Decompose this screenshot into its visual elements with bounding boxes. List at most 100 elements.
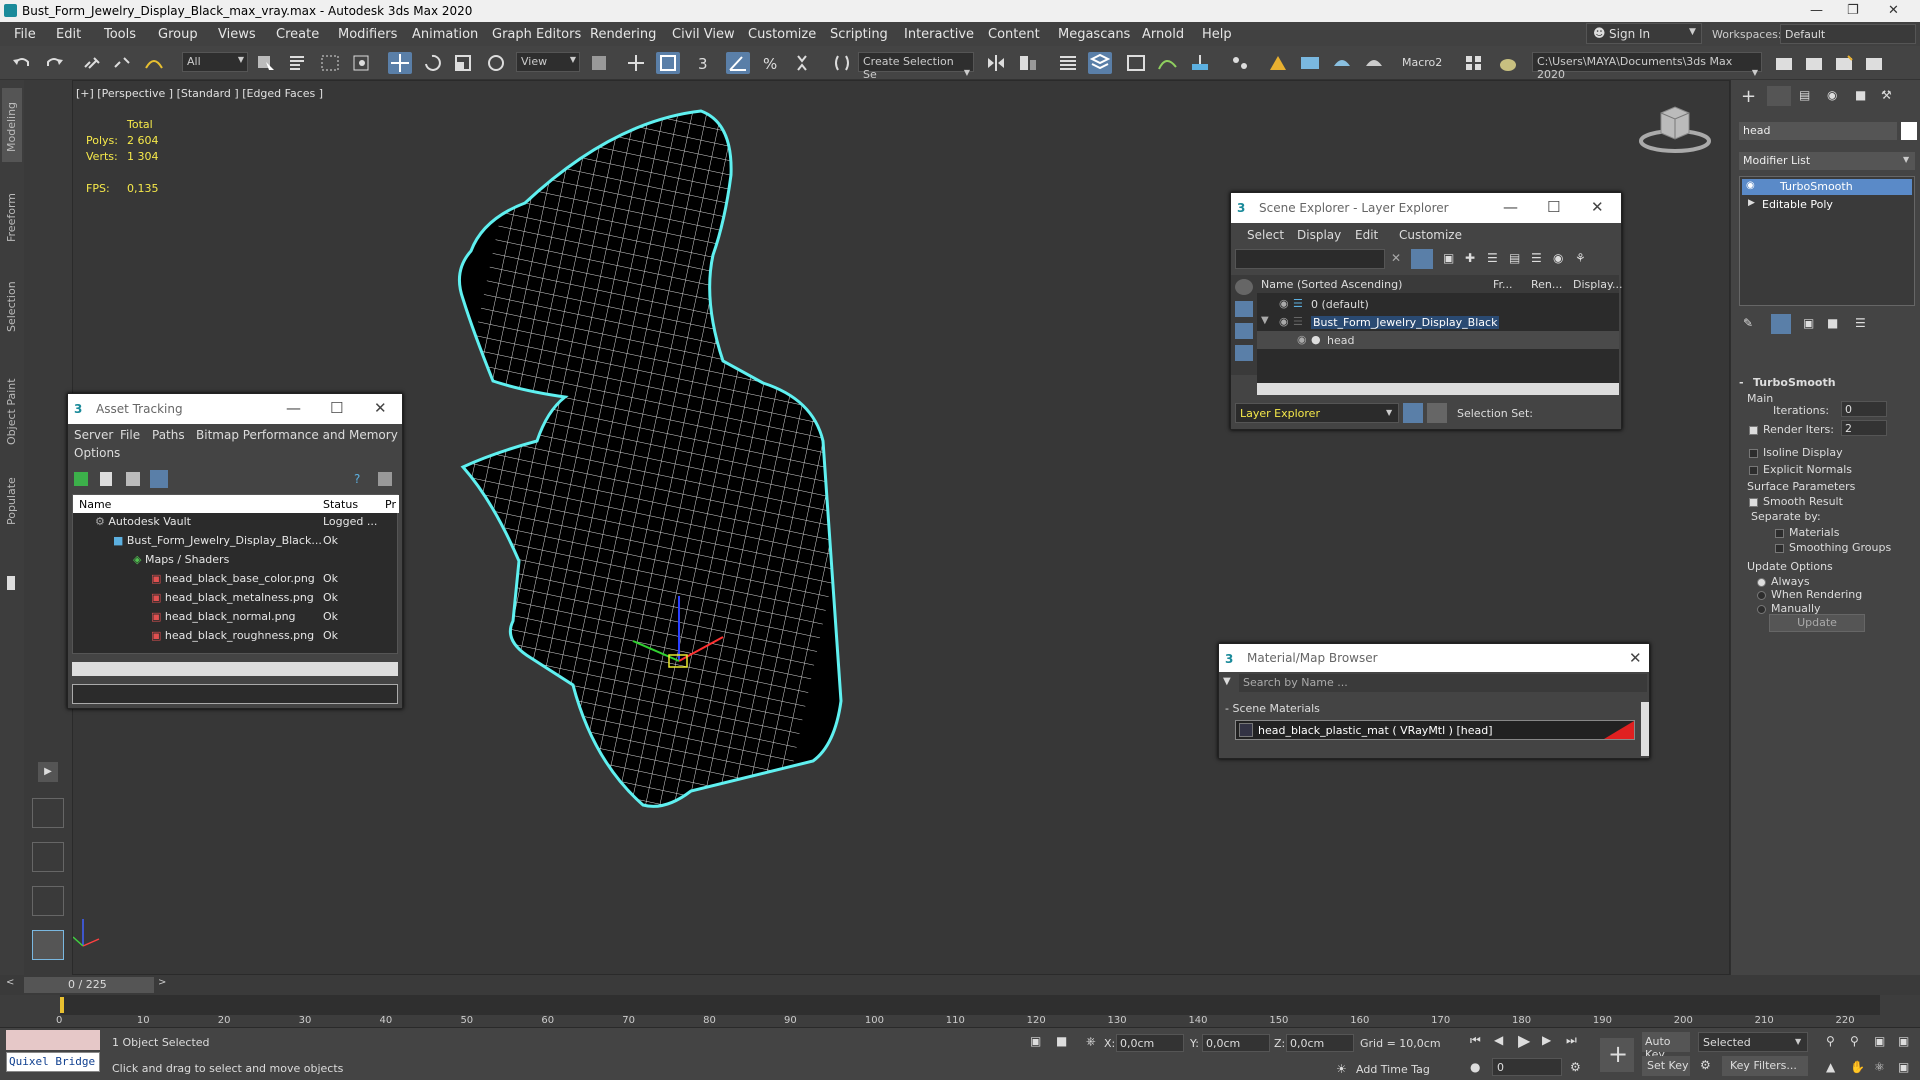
pivot-center-icon[interactable] [588,52,612,74]
viewport-layout-tri-icon[interactable] [32,842,64,872]
scene-search-input[interactable] [1235,249,1385,269]
close-button[interactable]: ✕ [374,399,387,417]
minimize-button[interactable]: — [286,399,301,417]
menu-group[interactable]: Group [158,27,198,42]
zoom-icon[interactable]: ⚲ [1826,1034,1835,1048]
maximize-viewport-icon[interactable]: ▣ [1898,1060,1909,1074]
menu-help[interactable]: Help [1202,27,1232,42]
undo-icon[interactable] [10,52,34,74]
object-name-field[interactable]: head [1739,122,1897,140]
list-item[interactable]: ■ Bust_Form_Jewelry_Display_Black... [113,534,322,553]
project-set-icon[interactable] [1802,52,1826,74]
orbit-icon[interactable]: ⚛ [1874,1060,1885,1074]
time-config-icon[interactable]: ⚙ [1570,1060,1581,1074]
eye-icon[interactable]: ◉ [1279,297,1289,310]
scene-explorer-titlebar[interactable]: 3 Scene Explorer - Layer Explorer — ☐ ✕ [1231,193,1621,223]
pan-icon[interactable]: ✋ [1850,1060,1865,1074]
menu-graph-editors[interactable]: Graph Editors [492,27,581,42]
isoline-checkbox[interactable] [1749,446,1762,459]
menu-display[interactable]: Display [1297,228,1341,242]
table-row[interactable]: ◉ ● head [1257,331,1619,349]
menu-customize[interactable]: Customize [748,27,816,42]
render-production-icon[interactable] [1330,52,1354,74]
snaps-toggle-icon[interactable]: 3 [694,52,718,74]
align-icon[interactable] [1016,52,1040,74]
select-manipulate-icon[interactable] [624,52,648,74]
tab-selection-label[interactable]: Selection [5,281,18,332]
tab-object-paint-label[interactable]: Object Paint [5,378,18,445]
maximize-button[interactable]: ☐ [1547,198,1560,216]
sync-icon[interactable]: ⚘ [1575,251,1586,265]
eye-icon[interactable]: ◉ [1746,180,1755,191]
list-item[interactable]: ◈ Maps / Shaders [133,553,229,572]
window-crossing-icon[interactable] [350,52,374,74]
always-radio[interactable] [1757,575,1770,588]
rollout-turbosmooth[interactable]: - [1739,376,1744,389]
reference-coordinate-dropdown[interactable]: View ▼ [516,52,580,72]
key-filters-button[interactable]: Key Filters... [1722,1056,1808,1076]
menu-animation[interactable]: Animation [412,27,478,42]
smoothing-groups-checkbox[interactable] [1775,541,1788,554]
modifier-stack-item[interactable]: ▶ Editable Poly [1742,197,1912,213]
modifier-stack-item[interactable]: ◉ TurboSmooth [1742,179,1912,195]
asset-tracking-titlebar[interactable]: 3 Asset Tracking — ☐ ✕ [68,394,402,424]
list-item[interactable]: ▣ head_black_roughness.png [151,629,314,648]
spinner-snap-icon[interactable] [790,52,814,74]
key-filters-icon[interactable]: ⚙ [1700,1058,1711,1072]
y-coordinate-field[interactable]: 0,0cm [1202,1034,1270,1052]
go-to-start-icon[interactable]: ⏮ [1470,1033,1481,1048]
menu-create[interactable]: Create [276,27,319,42]
maxscript-listener-field[interactable] [6,1030,100,1050]
ribbon-options-icon[interactable] [7,576,15,590]
lock-icon[interactable]: ▣ [1443,251,1454,265]
sign-in-dropdown[interactable]: ☻ Sign In ▼ [1586,23,1702,44]
key-set-dropdown[interactable]: Selected ▼ [1698,1032,1808,1052]
tab-populate-label[interactable]: Populate [5,477,18,525]
menu-options[interactable]: Options [74,446,120,460]
show-end-result-icon[interactable] [1771,314,1791,334]
list-item[interactable]: head_black_plastic_mat ( VRayMtl ) [head… [1235,720,1635,740]
motion-tab-icon[interactable]: ◉ [1827,88,1837,102]
add-time-tag[interactable]: Add Time Tag [1356,1063,1430,1076]
tab-freeform-label[interactable]: Freeform [5,193,18,242]
explicit-normals-checkbox[interactable] [1749,463,1762,476]
time-cursor[interactable] [60,997,64,1013]
project-new-icon[interactable] [1832,52,1856,74]
display-cameras-icon[interactable] [1235,345,1253,361]
eye-icon[interactable]: ◉ [1279,315,1289,328]
tree-view-icon[interactable] [126,472,140,486]
maximize-button[interactable]: ☐ [330,399,343,417]
menu-file[interactable]: File [14,27,36,42]
utilities-tab-icon[interactable]: ⚒ [1881,88,1892,102]
table-row[interactable]: ◉ ☰ 0 (default) [1257,295,1619,313]
edit-named-selection-icon[interactable] [830,52,854,74]
hierarchy-tab-icon[interactable]: ▤ [1799,88,1810,102]
menu-views[interactable]: Views [218,27,256,42]
prev-frame-icon[interactable]: < [6,977,14,988]
curve-editor-icon[interactable] [1156,52,1180,74]
render-iterative-icon[interactable] [1362,52,1386,74]
named-selection-dropdown[interactable]: Create Selection Se ▼ [858,52,974,81]
key-mode-icon[interactable]: ● [1470,1060,1480,1074]
expand-arrow-icon[interactable]: ▶ [38,762,58,782]
restore-button[interactable]: ❐ [1847,3,1859,18]
col-render[interactable]: Ren... [1531,278,1562,291]
list-item[interactable]: ⚙ Autodesk Vault [95,515,191,534]
bind-space-warp-icon[interactable] [142,52,166,74]
select-by-name-icon[interactable] [286,52,310,74]
auto-key-button[interactable]: Auto Key [1642,1032,1690,1061]
current-frame-field[interactable]: 0 [1492,1058,1562,1076]
horizontal-scrollbar[interactable] [72,662,398,676]
next-frame-icon[interactable]: > [158,977,166,988]
asset-path-field[interactable] [72,684,398,704]
menu-arnold[interactable]: Arnold [1142,27,1184,42]
viewport-label-menu[interactable]: [+] [Perspective ] [Standard ] [Edged Fa… [76,87,323,100]
scene-materials-group[interactable]: - Scene Materials [1225,702,1320,715]
viewport-layout-split-icon[interactable] [32,886,64,916]
col-pr[interactable]: Pr [385,498,396,511]
previous-key-icon[interactable]: ◀ [1494,1033,1503,1047]
eye-icon[interactable]: ◉ [1297,333,1307,346]
isolate-selection-icon[interactable]: ▣ [1030,1034,1041,1048]
smooth-result-checkbox[interactable] [1749,495,1762,508]
material-editor-icon[interactable] [1228,52,1252,74]
